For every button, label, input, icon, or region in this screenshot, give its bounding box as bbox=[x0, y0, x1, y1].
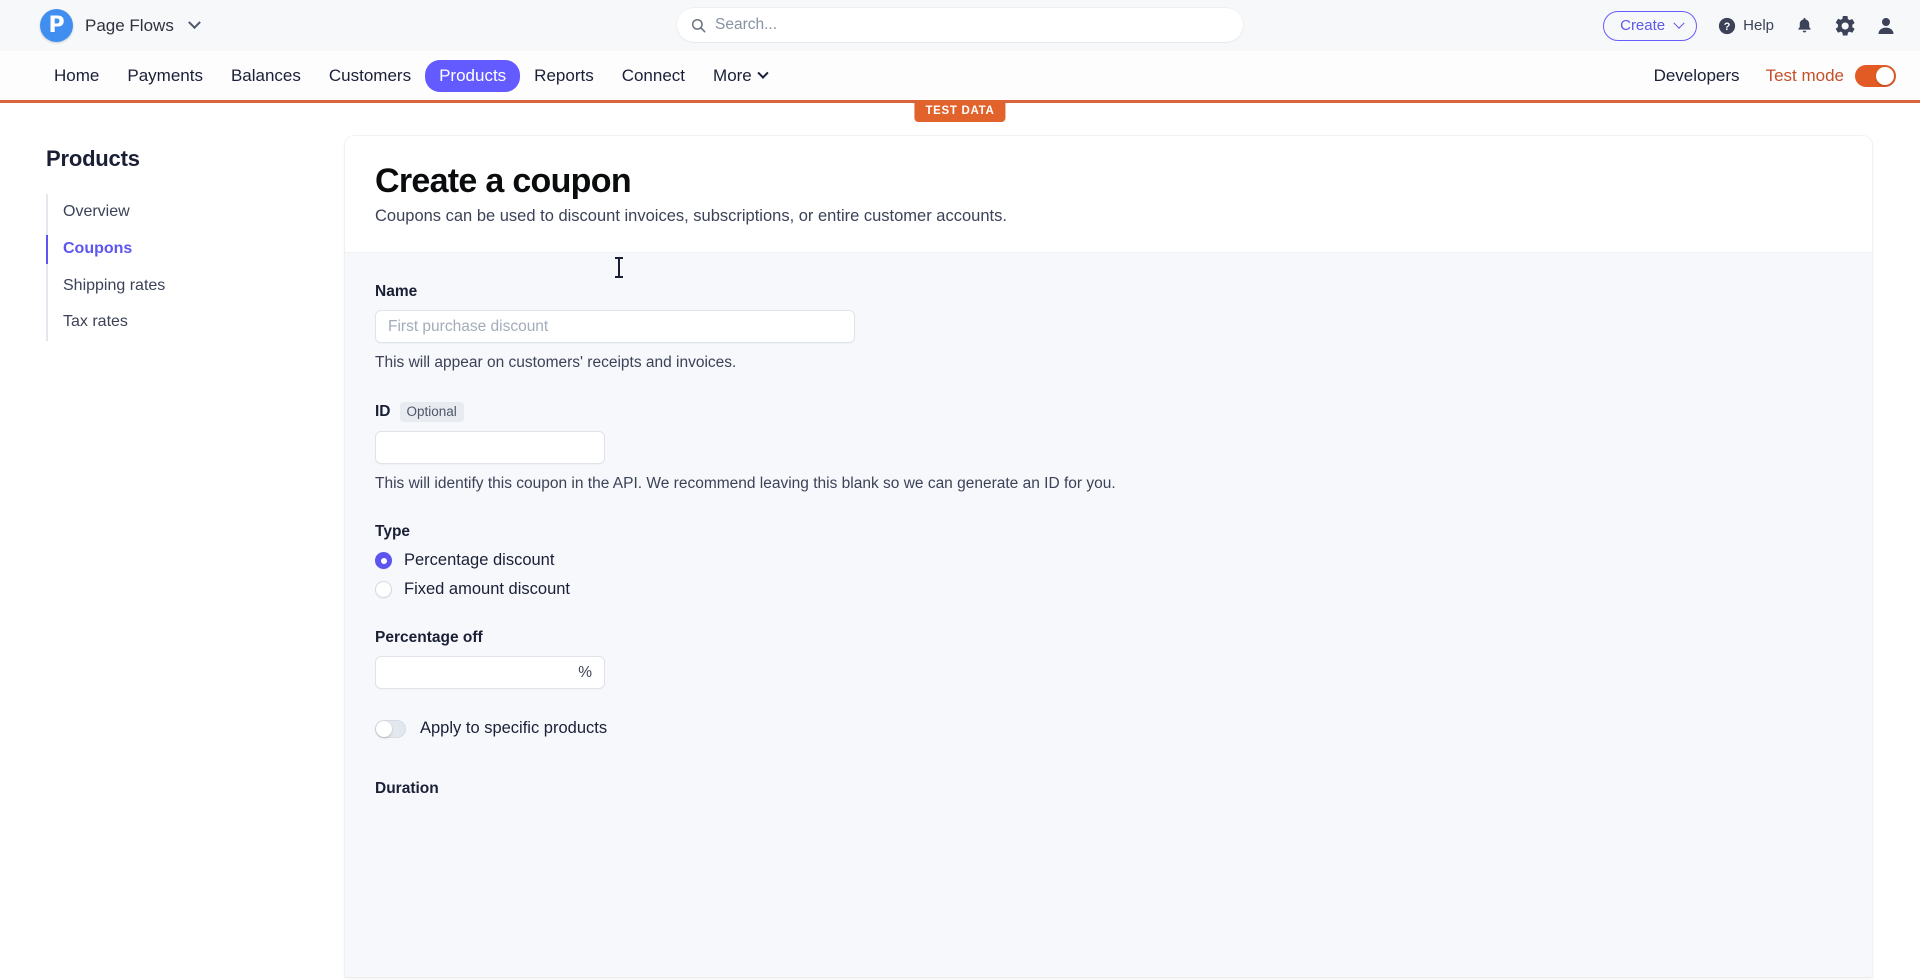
nav-item-products[interactable]: Products bbox=[425, 59, 521, 92]
text-cursor bbox=[615, 257, 623, 278]
sidebar-nav: Overview Coupons Shipping rates Tax rate… bbox=[46, 194, 345, 342]
apply-products-label: Apply to specific products bbox=[420, 719, 608, 737]
primary-navigation: Home Payments Balances Customers Product… bbox=[0, 51, 1920, 122]
radio-icon-unchecked[interactable] bbox=[375, 581, 392, 598]
nav-item-reports[interactable]: Reports bbox=[520, 60, 608, 92]
user-icon bbox=[1878, 17, 1894, 34]
top-bar-actions: Create ? Help bbox=[1603, 10, 1896, 41]
type-field-group: Type Percentage discount Fixed amount di… bbox=[375, 523, 1842, 599]
chevron-down-icon bbox=[187, 16, 201, 30]
search-icon bbox=[691, 18, 706, 32]
notifications-button[interactable] bbox=[1795, 16, 1814, 35]
percentage-off-input[interactable]: % bbox=[375, 656, 605, 689]
nav-item-label: Home bbox=[54, 65, 100, 85]
type-label-text: Type bbox=[375, 523, 411, 540]
id-help-text: This will identify this coupon in the AP… bbox=[375, 475, 1116, 492]
settings-button[interactable] bbox=[1835, 15, 1855, 36]
create-button-label: Create bbox=[1620, 17, 1666, 34]
sidebar-item-coupons[interactable]: Coupons bbox=[46, 231, 345, 268]
sidebar-title: Products bbox=[46, 146, 140, 171]
radio-label: Percentage discount bbox=[404, 551, 555, 569]
nav-item-more[interactable]: More bbox=[699, 60, 781, 92]
brand-switcher[interactable]: P Page Flows bbox=[40, 9, 201, 42]
card-header: Create a coupon Coupons can be used to d… bbox=[345, 136, 1872, 253]
sidebar-item-tax-rates[interactable]: Tax rates bbox=[48, 304, 345, 341]
developers-link[interactable]: Developers bbox=[1654, 66, 1740, 86]
type-label: Type bbox=[375, 523, 1842, 541]
nav-item-label: Payments bbox=[127, 65, 203, 85]
sidebar-item-label: Coupons bbox=[63, 239, 133, 257]
test-mode-label: Test mode bbox=[1765, 65, 1844, 85]
sidebar-item-label: Tax rates bbox=[63, 313, 128, 331]
radio-icon-checked[interactable] bbox=[375, 552, 392, 569]
page-title: Create a coupon bbox=[375, 162, 632, 200]
page-subtitle: Coupons can be used to discount invoices… bbox=[375, 207, 1007, 225]
percentage-off-field-group: Percentage off % bbox=[375, 629, 1842, 689]
nav-items: Home Payments Balances Customers Product… bbox=[40, 59, 781, 92]
test-mode-toggle-knob bbox=[1876, 66, 1894, 85]
name-label: Name bbox=[375, 283, 1842, 301]
nav-item-label: More bbox=[713, 65, 752, 85]
name-help-text: This will appear on customers' receipts … bbox=[375, 354, 737, 371]
nav-item-label: Connect bbox=[621, 65, 686, 85]
chevron-down-icon bbox=[1673, 17, 1685, 29]
percentage-off-label-text: Percentage off bbox=[375, 629, 483, 646]
brand-name: Page Flows bbox=[85, 15, 174, 35]
id-label: ID Optional bbox=[375, 402, 1842, 422]
global-search[interactable]: Search... bbox=[677, 8, 1243, 42]
nav-item-label: Reports bbox=[534, 65, 594, 85]
id-label-text: ID bbox=[375, 403, 391, 420]
help-button-label: Help bbox=[1743, 17, 1774, 34]
radio-percentage-discount[interactable]: Percentage discount bbox=[375, 551, 1842, 570]
top-bar: P Page Flows Search... Create ? Help bbox=[0, 0, 1920, 51]
search-input[interactable]: Search... bbox=[677, 8, 1243, 42]
nav-item-home[interactable]: Home bbox=[40, 60, 113, 92]
help-circle-icon: ? bbox=[1719, 17, 1736, 34]
radio-fixed-amount-discount[interactable]: Fixed amount discount bbox=[375, 580, 1842, 599]
apply-specific-products-toggle[interactable]: Apply to specific products bbox=[375, 719, 1842, 738]
test-mode-toggle[interactable] bbox=[1855, 64, 1896, 87]
toggle-switch[interactable] bbox=[375, 719, 406, 738]
page-content: Products Overview Coupons Shipping rates… bbox=[0, 103, 1920, 977]
test-mode-switch[interactable]: Test mode bbox=[1765, 64, 1896, 87]
nav-item-label: Customers bbox=[328, 65, 412, 85]
chevron-down-icon bbox=[757, 67, 769, 79]
percent-suffix: % bbox=[578, 663, 592, 681]
id-field-group: ID Optional This will identify this coup… bbox=[375, 402, 1842, 493]
name-input[interactable]: First purchase discount bbox=[375, 310, 855, 343]
svg-text:?: ? bbox=[1724, 21, 1731, 33]
account-button[interactable] bbox=[1876, 16, 1896, 36]
nav-item-payments[interactable]: Payments bbox=[113, 60, 217, 92]
coupon-form: Name First purchase discount This will a… bbox=[345, 253, 1872, 808]
create-button[interactable]: Create bbox=[1603, 10, 1698, 41]
radio-label: Fixed amount discount bbox=[404, 580, 571, 598]
nav-item-label: Balances bbox=[230, 65, 301, 85]
sidebar-item-overview[interactable]: Overview bbox=[48, 194, 345, 231]
toggle-knob bbox=[376, 720, 392, 737]
apply-products-group: Apply to specific products bbox=[375, 719, 1842, 738]
percentage-off-label: Percentage off bbox=[375, 629, 1842, 647]
search-placeholder: Search... bbox=[715, 16, 778, 33]
optional-badge: Optional bbox=[399, 402, 464, 422]
name-input-placeholder: First purchase discount bbox=[388, 317, 549, 335]
name-field-group: Name First purchase discount This will a… bbox=[375, 283, 1842, 372]
id-input[interactable] bbox=[375, 431, 605, 464]
sidebar-item-shipping-rates[interactable]: Shipping rates bbox=[48, 268, 345, 305]
sidebar-item-label: Shipping rates bbox=[63, 276, 166, 294]
nav-item-label: Products bbox=[439, 65, 507, 85]
nav-item-customers[interactable]: Customers bbox=[315, 60, 425, 92]
secondary-sidebar: Products Overview Coupons Shipping rates… bbox=[0, 136, 345, 977]
bell-icon bbox=[1798, 17, 1811, 33]
sidebar-item-label: Overview bbox=[63, 203, 130, 220]
nav-right-actions: Developers Test mode bbox=[1654, 64, 1896, 87]
test-data-badge: TEST DATA bbox=[914, 101, 1006, 122]
duration-label: Duration bbox=[375, 780, 439, 797]
create-coupon-card: Create a coupon Coupons can be used to d… bbox=[345, 136, 1872, 977]
help-button[interactable]: ? Help bbox=[1718, 17, 1774, 35]
brand-logo-icon: P bbox=[40, 9, 73, 42]
name-label-text: Name bbox=[375, 283, 418, 300]
nav-item-balances[interactable]: Balances bbox=[217, 60, 315, 92]
nav-item-connect[interactable]: Connect bbox=[608, 60, 699, 92]
gear-icon bbox=[1835, 15, 1855, 36]
